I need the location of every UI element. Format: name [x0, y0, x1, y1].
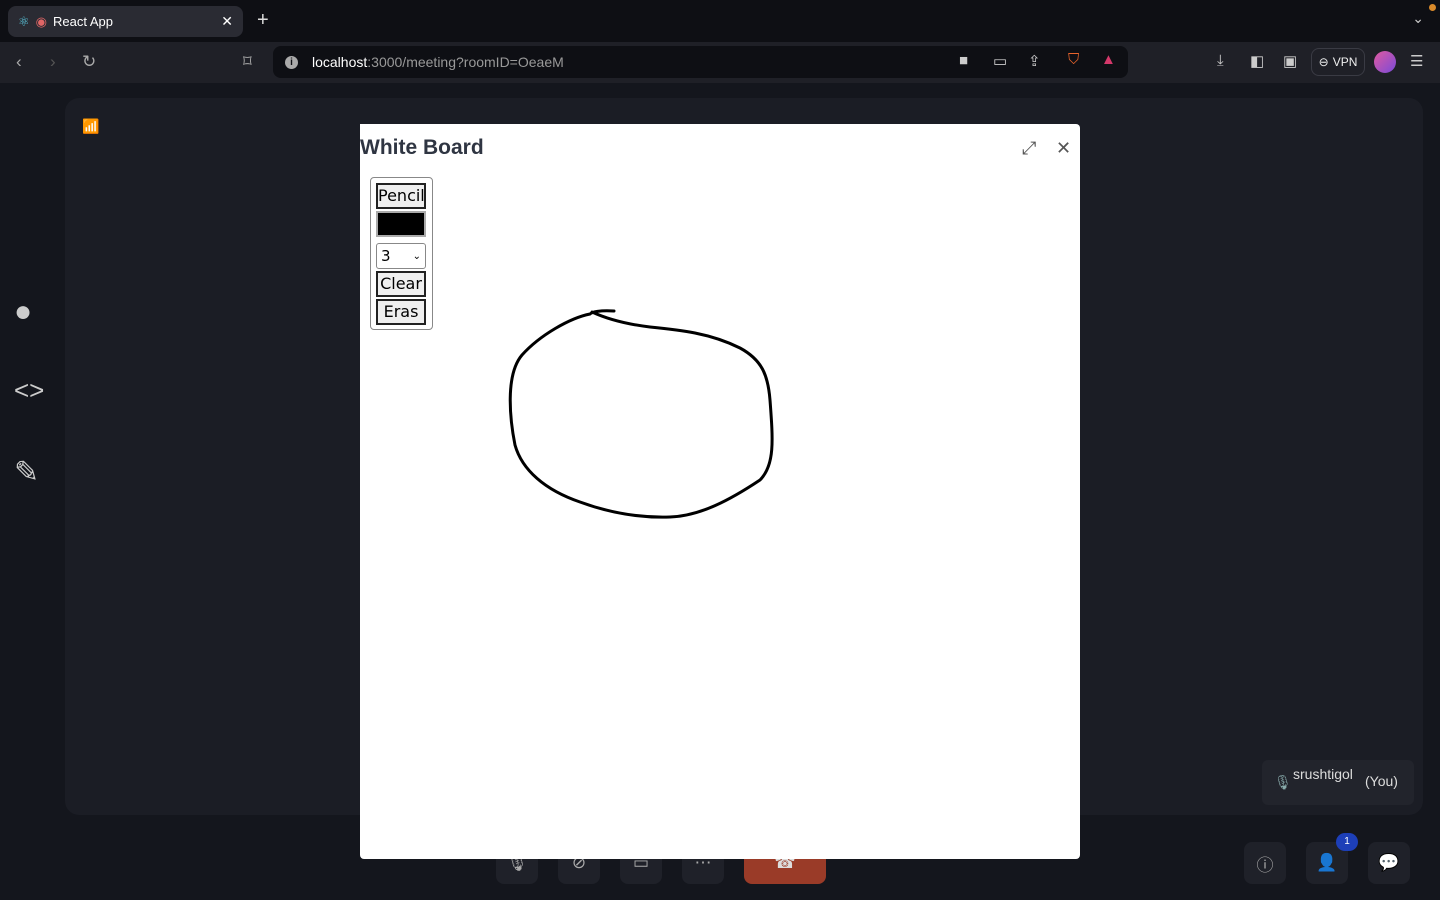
chevron-down-icon[interactable]: ⌄: [1412, 10, 1424, 27]
expand-icon[interactable]: ⤢: [1022, 138, 1036, 159]
drawn-stroke: [508, 309, 774, 519]
react-icon: ⚛: [18, 13, 30, 29]
github-icon[interactable]: ●: [14, 295, 32, 329]
nav-bar: ‹ › ↻ ⌑ i localhost :3000/meeting?roomID…: [0, 42, 1440, 83]
stroke-size-select[interactable]: 3 ⌄: [376, 243, 426, 269]
color-picker[interactable]: [376, 211, 426, 237]
pencil-button[interactable]: Pencil: [376, 183, 426, 209]
camera-icon[interactable]: ■: [959, 52, 968, 69]
stroke-size-value: 3: [381, 247, 391, 265]
reload-icon[interactable]: ↻: [82, 52, 96, 72]
menu-icon[interactable]: ☰: [1410, 52, 1423, 70]
vpn-status-icon: ⊖: [1318, 55, 1329, 69]
eraser-button[interactable]: Eras: [376, 299, 426, 325]
wallet-icon[interactable]: ▣: [1283, 52, 1297, 70]
pencil-icon[interactable]: ✎: [14, 455, 39, 490]
cast-icon[interactable]: ▭: [993, 52, 1007, 70]
back-icon[interactable]: ‹: [16, 52, 22, 72]
close-tab-icon[interactable]: ✕: [221, 13, 233, 30]
browser-tab[interactable]: ⚛ ◉ React App ✕: [8, 6, 243, 37]
bookmark-icon[interactable]: ⌑: [243, 52, 252, 72]
info-button[interactable]: ⓘ: [1244, 842, 1286, 884]
info-icon[interactable]: i: [285, 55, 298, 69]
new-tab-button[interactable]: +: [257, 9, 269, 32]
recording-icon: ◉: [35, 13, 47, 29]
url-path: :3000/meeting?roomID=OeaeM: [367, 54, 564, 70]
sidebar-icon[interactable]: ◧: [1250, 52, 1264, 70]
notification-dot: [1429, 4, 1436, 11]
brave-shield-icon[interactable]: ⛉: [1068, 51, 1079, 68]
whiteboard-modal: White Board ⤢ ✕ Pencil 3 ⌄ Clear Eras: [360, 124, 1080, 859]
vpn-label: VPN: [1332, 55, 1358, 69]
chat-button[interactable]: 💬: [1368, 842, 1410, 884]
tab-title: React App: [53, 14, 113, 29]
toolbar: Pencil 3 ⌄ Clear Eras: [370, 177, 433, 330]
chevron-down-icon: ⌄: [412, 250, 421, 262]
code-icon[interactable]: <>: [14, 375, 44, 406]
share-icon[interactable]: ⇪: [1028, 52, 1041, 70]
profile-avatar[interactable]: [1374, 51, 1396, 73]
wifi-icon: 📶: [82, 118, 100, 134]
whiteboard-title: White Board: [360, 136, 484, 159]
drawing-canvas[interactable]: [360, 124, 1080, 859]
participants-count-badge: 1: [1336, 833, 1358, 851]
participant-you-label: (You): [1365, 773, 1398, 789]
mic-icon: 🎙: [1274, 774, 1292, 790]
download-icon[interactable]: ⤓: [1217, 52, 1224, 69]
forward-icon[interactable]: ›: [50, 52, 56, 72]
address-bar[interactable]: i localhost :3000/meeting?roomID=OeaeM ■…: [273, 46, 1128, 78]
participant-tile: 🎙 srushtigol (You): [1262, 760, 1414, 805]
vpn-button[interactable]: ⊖ VPN: [1311, 48, 1365, 76]
participant-name: srushtigol: [1293, 766, 1353, 782]
close-icon[interactable]: ✕: [1056, 138, 1071, 159]
clear-button[interactable]: Clear: [376, 271, 426, 297]
url-host: localhost: [312, 54, 368, 70]
tab-bar: ⚛ ◉ React App ✕ + ⌄: [0, 0, 1440, 42]
rewards-icon[interactable]: ▲: [1101, 51, 1116, 68]
